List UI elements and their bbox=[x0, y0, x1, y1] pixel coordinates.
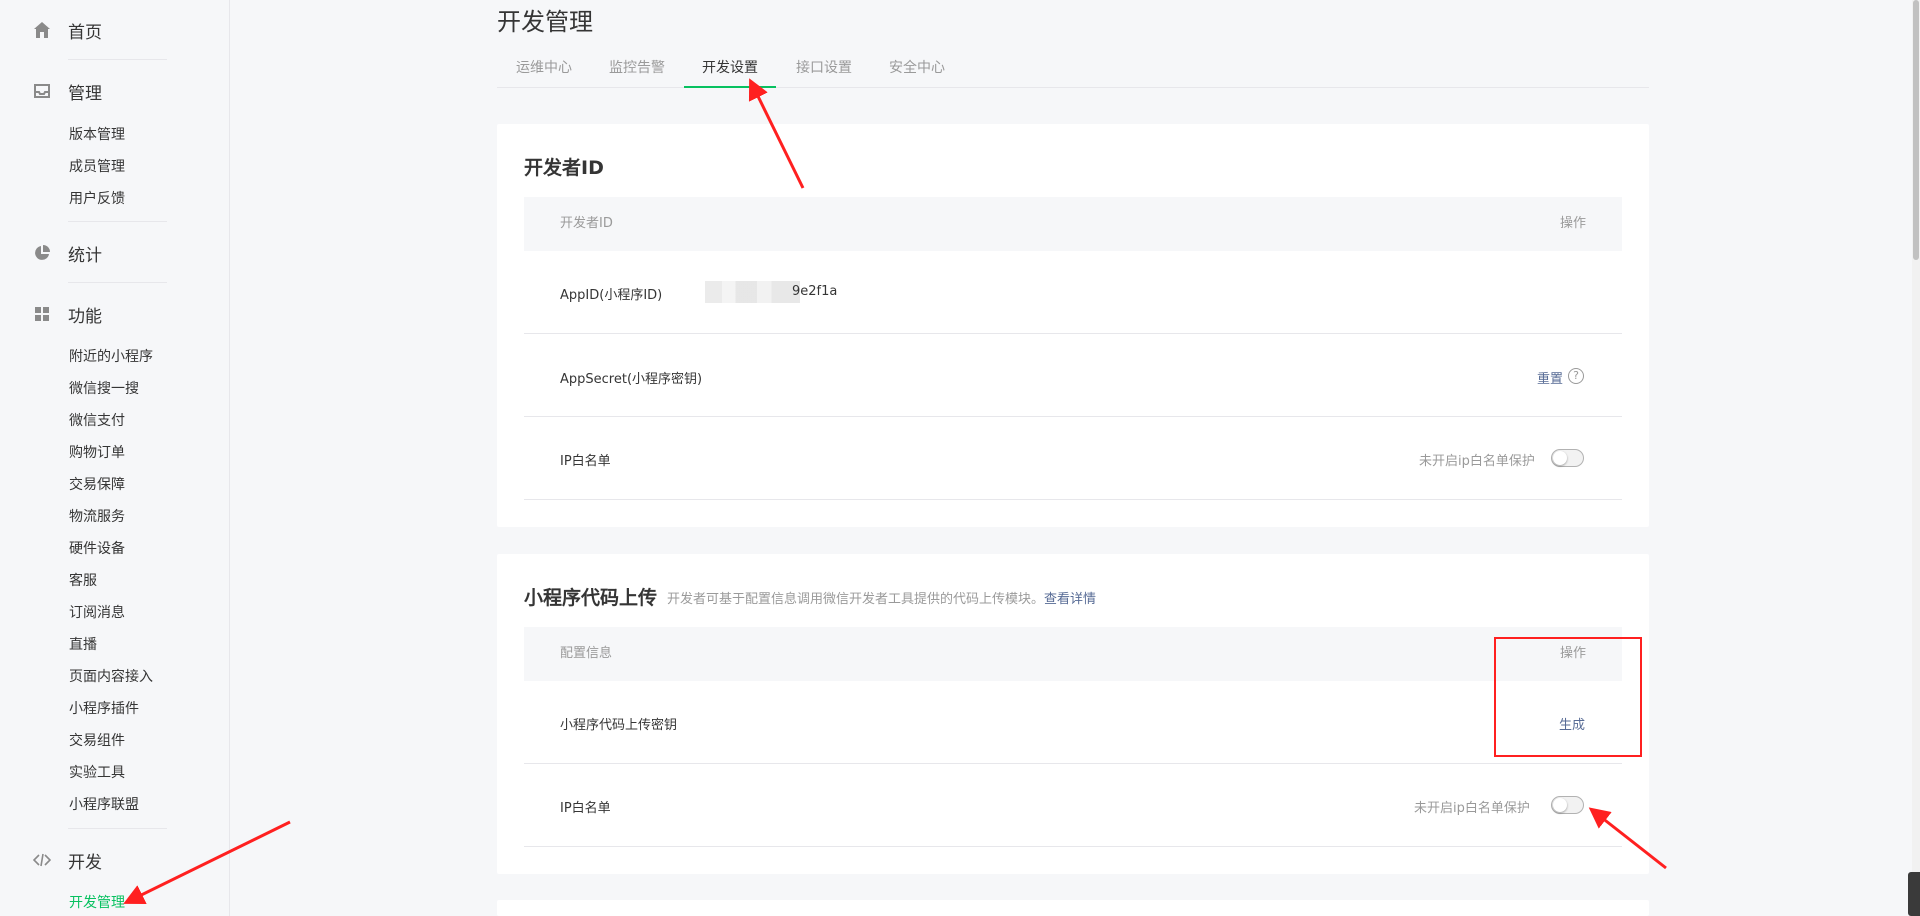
sidebar-subitem-lab[interactable]: 实验工具 bbox=[69, 764, 125, 782]
sidebar-divider bbox=[68, 828, 167, 829]
sidebar-item-manage-label: 管理 bbox=[68, 83, 102, 104]
sidebar-divider bbox=[68, 59, 167, 60]
sidebar-subitem-subscribe[interactable]: 订阅消息 bbox=[69, 604, 125, 622]
appid-masked-value bbox=[705, 281, 800, 303]
ip-whitelist-label: IP白名单 bbox=[560, 454, 611, 469]
ip-whitelist-toggle[interactable] bbox=[1551, 449, 1584, 467]
toggle-knob bbox=[1553, 451, 1567, 465]
card-description: 开发者可基于配置信息调用微信开发者工具提供的代码上传模块。查看详情 bbox=[667, 588, 1096, 607]
pie-chart-icon bbox=[33, 244, 51, 262]
sidebar-subitem-guarantee[interactable]: 交易保障 bbox=[69, 476, 125, 494]
table-row-appid: AppID(小程序ID) 9e2f1a bbox=[524, 251, 1622, 334]
annotation-highlight-box bbox=[1494, 637, 1642, 757]
sidebar-subitem-version[interactable]: 版本管理 bbox=[69, 126, 125, 144]
tab-monitoring[interactable]: 监控告警 bbox=[607, 52, 667, 88]
column-header-action: 操作 bbox=[1559, 216, 1586, 231]
floating-widget[interactable] bbox=[1908, 872, 1920, 916]
sidebar-item-home-label: 首页 bbox=[68, 22, 102, 43]
sidebar-subitem-dev-manage[interactable]: 开发管理 bbox=[69, 894, 125, 912]
table-header: 配置信息 操作 bbox=[524, 627, 1622, 681]
table-row-ip-whitelist: IP白名单 未开启ip白名单保护 bbox=[524, 417, 1622, 500]
sidebar-subitem-live[interactable]: 直播 bbox=[69, 636, 97, 654]
sidebar-item-dev[interactable]: 开发 bbox=[33, 845, 102, 875]
sidebar-subitem-members[interactable]: 成员管理 bbox=[69, 158, 125, 176]
tab-dev-settings[interactable]: 开发设置 bbox=[684, 52, 776, 88]
tab-security-center[interactable]: 安全中心 bbox=[887, 52, 947, 88]
sidebar-divider bbox=[68, 282, 167, 283]
sidebar-item-stats[interactable]: 统计 bbox=[33, 238, 102, 268]
sidebar-item-dev-label: 开发 bbox=[68, 852, 102, 873]
sidebar: 首页 管理 版本管理 成员管理 用户反馈 统计 功能 附近的小程序 微信搜一搜 bbox=[0, 0, 230, 916]
sidebar-item-features[interactable]: 功能 bbox=[33, 299, 102, 329]
sidebar-subitem-service[interactable]: 客服 bbox=[69, 572, 97, 590]
view-details-link[interactable]: 查看详情 bbox=[1044, 592, 1096, 607]
ip-whitelist-status: 未开启ip白名单保护 bbox=[1419, 454, 1535, 469]
ip-whitelist-status: 未开启ip白名单保护 bbox=[1414, 801, 1530, 816]
sidebar-subitem-nearby[interactable]: 附近的小程序 bbox=[69, 348, 153, 366]
sidebar-subitem-search[interactable]: 微信搜一搜 bbox=[69, 380, 139, 398]
sidebar-subitem-plugin[interactable]: 小程序插件 bbox=[69, 700, 139, 718]
page-title: 开发管理 bbox=[497, 8, 593, 36]
table-row-ip-whitelist: IP白名单 未开启ip白名单保护 bbox=[524, 764, 1622, 847]
scrollbar-thumb[interactable] bbox=[1913, 0, 1919, 260]
column-header-config: 配置信息 bbox=[560, 646, 613, 661]
next-card bbox=[497, 900, 1649, 916]
sidebar-item-features-label: 功能 bbox=[68, 306, 102, 327]
app-root: 首页 管理 版本管理 成员管理 用户反馈 统计 功能 附近的小程序 微信搜一搜 bbox=[0, 0, 1920, 916]
appid-value: 9e2f1a bbox=[792, 284, 838, 299]
upload-key-label: 小程序代码上传密钥 bbox=[560, 718, 678, 733]
appid-label: AppID(小程序ID) bbox=[560, 288, 663, 303]
card-description-text: 开发者可基于配置信息调用微信开发者工具提供的代码上传模块。 bbox=[667, 592, 1045, 607]
sidebar-item-stats-label: 统计 bbox=[68, 245, 102, 266]
sidebar-subitem-trade[interactable]: 交易组件 bbox=[69, 732, 125, 750]
column-header-id: 开发者ID bbox=[560, 216, 613, 231]
ip-whitelist-label: IP白名单 bbox=[560, 801, 611, 816]
tab-bar: 运维中心 监控告警 开发设置 接口设置 安全中心 bbox=[497, 52, 1649, 88]
sidebar-subitem-orders[interactable]: 购物订单 bbox=[69, 444, 125, 462]
code-upload-card: 小程序代码上传 开发者可基于配置信息调用微信开发者工具提供的代码上传模块。查看详… bbox=[497, 554, 1649, 874]
sidebar-subitem-logistics[interactable]: 物流服务 bbox=[69, 508, 125, 526]
sidebar-item-home[interactable]: 首页 bbox=[33, 15, 102, 45]
sidebar-subitem-feedback[interactable]: 用户反馈 bbox=[69, 190, 125, 208]
developer-id-card: 开发者ID 开发者ID 操作 AppID(小程序ID) 9e2f1a AppSe… bbox=[497, 124, 1649, 527]
table-row-appsecret: AppSecret(小程序密钥) 重置 ? bbox=[524, 334, 1622, 417]
appsecret-label: AppSecret(小程序密钥) bbox=[560, 372, 703, 387]
sidebar-subitem-pay[interactable]: 微信支付 bbox=[69, 412, 125, 430]
tab-api-settings[interactable]: 接口设置 bbox=[794, 52, 854, 88]
ip-whitelist-toggle[interactable] bbox=[1551, 796, 1584, 814]
card-title: 小程序代码上传 bbox=[524, 587, 658, 609]
sidebar-subitem-alliance[interactable]: 小程序联盟 bbox=[69, 796, 139, 814]
sidebar-subitem-content[interactable]: 页面内容接入 bbox=[69, 668, 153, 686]
grid-icon bbox=[33, 305, 51, 323]
card-title: 开发者ID bbox=[524, 157, 604, 179]
sidebar-subitem-hardware[interactable]: 硬件设备 bbox=[69, 540, 125, 558]
table-header: 开发者ID 操作 bbox=[524, 197, 1622, 251]
table-row-upload-key: 小程序代码上传密钥 生成 bbox=[524, 681, 1622, 764]
help-icon[interactable]: ? bbox=[1568, 368, 1584, 384]
inbox-icon bbox=[33, 82, 51, 100]
reset-secret-link[interactable]: 重置 bbox=[1537, 368, 1563, 387]
sidebar-divider bbox=[68, 221, 167, 222]
home-icon bbox=[33, 21, 51, 39]
tab-ops-center[interactable]: 运维中心 bbox=[514, 52, 574, 88]
sidebar-item-manage[interactable]: 管理 bbox=[33, 76, 102, 106]
code-icon bbox=[33, 851, 51, 869]
toggle-knob bbox=[1553, 798, 1567, 812]
